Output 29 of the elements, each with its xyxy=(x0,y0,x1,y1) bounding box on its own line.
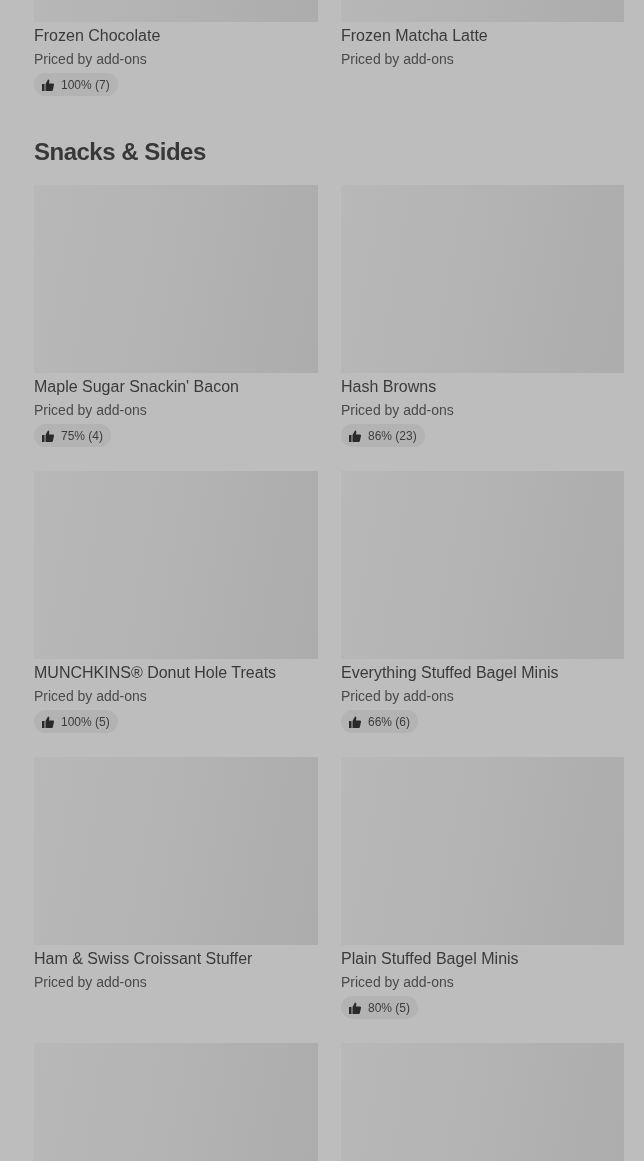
rating-text: 100% (7) xyxy=(61,77,110,92)
item-name: MUNCHKINS® Donut Hole Treats xyxy=(34,663,277,683)
item-name: Plain Stuffed Bagel Minis xyxy=(341,949,519,969)
item-price: Priced by add-ons xyxy=(341,687,454,706)
item-name: Frozen Chocolate xyxy=(34,26,161,46)
item-name: Frozen Matcha Latte xyxy=(341,26,488,46)
item-price: Priced by add-ons xyxy=(341,973,454,992)
item-price: Priced by add-ons xyxy=(34,50,147,69)
item-name: Hash Browns xyxy=(341,377,437,397)
rating-text: 100% (5) xyxy=(61,714,110,729)
rating-text: 66% (6) xyxy=(368,714,411,729)
item-price: Priced by add-ons xyxy=(34,687,147,706)
rating-text: 86% (23) xyxy=(368,428,417,443)
item-price: Priced by add-ons xyxy=(341,401,454,420)
item-name: Ham & Swiss Croissant Stuffer xyxy=(34,949,253,969)
thumbs-up-icon xyxy=(42,429,54,442)
thumbs-up-icon xyxy=(42,715,54,728)
item-name: Everything Stuffed Bagel Minis xyxy=(341,663,559,683)
thumbs-up-icon xyxy=(349,429,361,442)
section-heading: Snacks & Sides xyxy=(34,137,207,167)
item-price: Priced by add-ons xyxy=(34,973,147,992)
item-price: Priced by add-ons xyxy=(34,401,147,420)
rating-text: 80% (5) xyxy=(368,1000,411,1015)
item-price: Priced by add-ons xyxy=(341,50,454,69)
thumbs-up-icon xyxy=(349,1001,361,1014)
thumbs-up-icon xyxy=(349,715,361,728)
rating-text: 75% (4) xyxy=(61,428,104,443)
thumbs-up-icon xyxy=(42,78,54,91)
item-name: Maple Sugar Snackin' Bacon xyxy=(34,377,239,397)
